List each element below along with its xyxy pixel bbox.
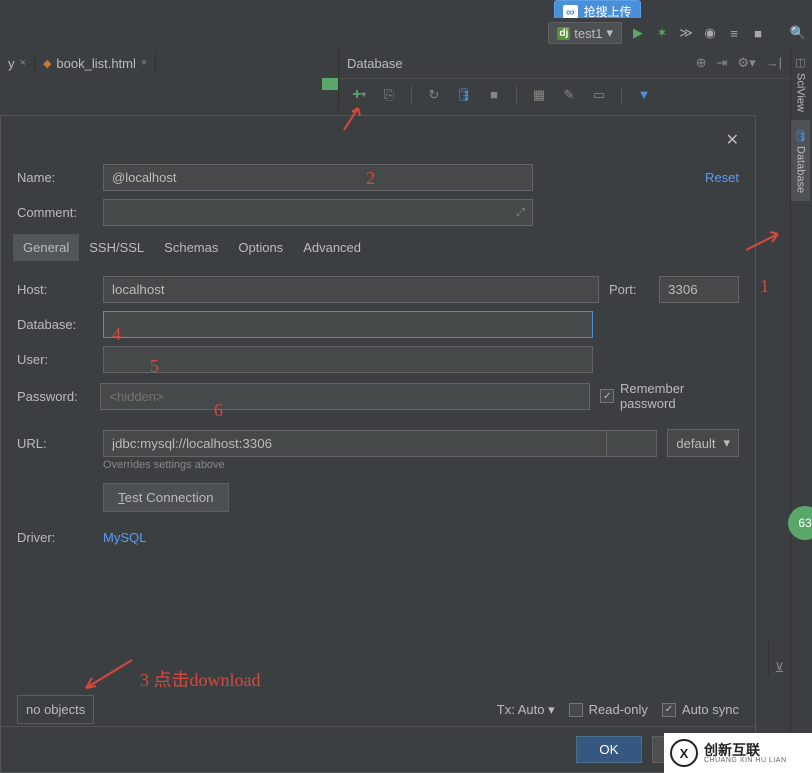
editor-tab-partial[interactable]: y × — [0, 52, 35, 75]
tab-options[interactable]: Options — [228, 234, 293, 261]
reset-link[interactable]: Reset — [705, 170, 739, 185]
profile-icon[interactable]: ◉ — [702, 25, 718, 41]
scroll-track[interactable]: ⊻ — [768, 640, 790, 676]
host-input[interactable] — [103, 276, 599, 303]
remember-password-label: Remember password — [620, 381, 739, 411]
right-tool-sidebar: ◫ SciView 🛢 Database — [790, 48, 812, 773]
database-panel-title: Database — [347, 56, 696, 71]
test-connection-button[interactable]: Test Connection — [103, 483, 229, 512]
editor-gutter — [316, 78, 338, 114]
close-icon[interactable]: × — [20, 57, 26, 69]
run-config-name: test1 — [574, 26, 602, 41]
readonly-label: Read-only — [589, 702, 648, 717]
gutter-marker-icon — [322, 78, 338, 90]
driver-link[interactable]: MySQL — [103, 530, 146, 545]
user-input[interactable] — [103, 346, 593, 373]
split-icon[interactable]: ⇥ — [717, 55, 728, 71]
stop-icon[interactable]: ■ — [750, 25, 766, 41]
expand-icon[interactable]: ⤢ — [516, 206, 525, 219]
host-label: Host: — [17, 282, 93, 297]
tx-mode[interactable]: Tx: Auto ▾ — [497, 702, 555, 718]
autosync-label: Auto sync — [682, 702, 739, 717]
sciview-icon: ◫ — [794, 56, 807, 69]
debug-icon[interactable]: ✶ — [654, 25, 670, 41]
run-icon[interactable]: ▶ — [630, 25, 646, 41]
url-input[interactable] — [103, 430, 607, 457]
watermark-icon: X — [670, 739, 698, 767]
scroll-down-icon[interactable]: ⊻ — [775, 660, 785, 676]
database-icon: 🛢 — [794, 128, 807, 142]
separator — [516, 86, 517, 104]
comment-input[interactable] — [103, 199, 533, 226]
arrow-icon — [78, 656, 138, 696]
datasource-props-icon[interactable]: 🛢 — [456, 87, 472, 103]
password-label: Password: — [17, 389, 90, 404]
refresh-icon[interactable]: ↻ — [426, 87, 442, 103]
database-label: Database: — [17, 317, 93, 332]
readonly-checkbox[interactable] — [569, 703, 583, 717]
password-input[interactable] — [100, 383, 590, 410]
close-icon[interactable]: ✕ — [726, 130, 739, 150]
coverage-icon[interactable]: ≫ — [678, 25, 694, 41]
database-toolbar: +▾ ⎘ ↻ 🛢 ■ ▦ ✎ ▭ ▼ — [338, 78, 790, 110]
run-config-selector[interactable]: dj test1 ▾ — [548, 22, 622, 44]
search-icon[interactable]: 🔍 — [790, 25, 806, 41]
autosync-checkbox[interactable] — [662, 703, 676, 717]
no-objects-status: no objects — [17, 695, 94, 724]
watermark-brand: 创新互联 — [704, 743, 787, 757]
dialog-button-bar: OK Cancel — [1, 726, 755, 772]
tab-ssh-ssl[interactable]: SSH/SSL — [79, 234, 154, 261]
target-icon[interactable]: ⊕ — [696, 55, 707, 71]
filter-icon[interactable]: ▼ — [636, 87, 652, 103]
hide-icon[interactable]: →| — [766, 55, 782, 71]
sidebar-tab-database[interactable]: 🛢 Database — [791, 120, 810, 201]
name-input[interactable] — [103, 164, 533, 191]
html-file-icon: ◆ — [43, 57, 51, 70]
duplicate-icon[interactable]: ⎘ — [381, 87, 397, 103]
add-datasource-icon[interactable]: +▾ — [351, 87, 367, 103]
sidebar-tab-sciview[interactable]: ◫ SciView — [791, 48, 810, 120]
override-hint: Overrides settings above — [103, 459, 739, 471]
edit-icon[interactable]: ✎ — [561, 87, 577, 103]
arrow-icon — [340, 104, 370, 134]
url-mode-select[interactable]: default ▾ — [667, 429, 739, 457]
watermark-sub: CHUANG XIN HU LIAN — [704, 757, 787, 764]
comment-label: Comment: — [17, 205, 93, 220]
settings-gear-icon[interactable]: ⚙▾ — [737, 55, 755, 71]
tab-filename: book_list.html — [56, 56, 135, 71]
ok-button[interactable]: OK — [576, 736, 641, 763]
dialog-sub-tabs: General SSH/SSL Schemas Options Advanced — [1, 234, 755, 262]
annotation-1: 1 — [760, 276, 769, 297]
watermark-logo: X 创新互联 CHUANG XIN HU LIAN — [664, 733, 812, 773]
console-icon[interactable]: ▭ — [591, 87, 607, 103]
separator — [411, 86, 412, 104]
concurrency-icon[interactable]: ≡ — [726, 25, 742, 41]
tab-suffix: y — [8, 56, 15, 71]
infinity-icon: ∞ — [563, 5, 578, 19]
database-input[interactable] — [103, 311, 593, 338]
user-label: User: — [17, 352, 93, 367]
arrow-icon — [744, 228, 784, 258]
chevron-down-icon: ▾ — [723, 435, 730, 451]
separator — [621, 86, 622, 104]
url-label: URL: — [17, 436, 93, 451]
tab-schemas[interactable]: Schemas — [154, 234, 228, 261]
url-action-button[interactable] — [607, 430, 657, 457]
port-label: Port: — [609, 282, 649, 297]
editor-tab-book-list[interactable]: ◆ book_list.html × — [35, 52, 156, 75]
name-label: Name: — [17, 170, 93, 185]
driver-label: Driver: — [17, 530, 93, 545]
close-icon[interactable]: × — [141, 57, 147, 69]
table-icon[interactable]: ▦ — [531, 87, 547, 103]
remember-password-checkbox[interactable] — [600, 389, 614, 403]
tab-general[interactable]: General — [13, 234, 79, 261]
tab-advanced[interactable]: Advanced — [293, 234, 371, 261]
django-icon: dj — [557, 27, 570, 40]
main-toolbar: dj test1 ▾ ▶ ✶ ≫ ◉ ≡ ■ 🔍 — [0, 18, 812, 48]
database-panel-header: Database ⊕ ⇥ ⚙▾ →| — [338, 48, 790, 78]
port-input[interactable] — [659, 276, 739, 303]
stop-icon[interactable]: ■ — [486, 87, 502, 103]
chevron-down-icon: ▾ — [606, 25, 613, 41]
